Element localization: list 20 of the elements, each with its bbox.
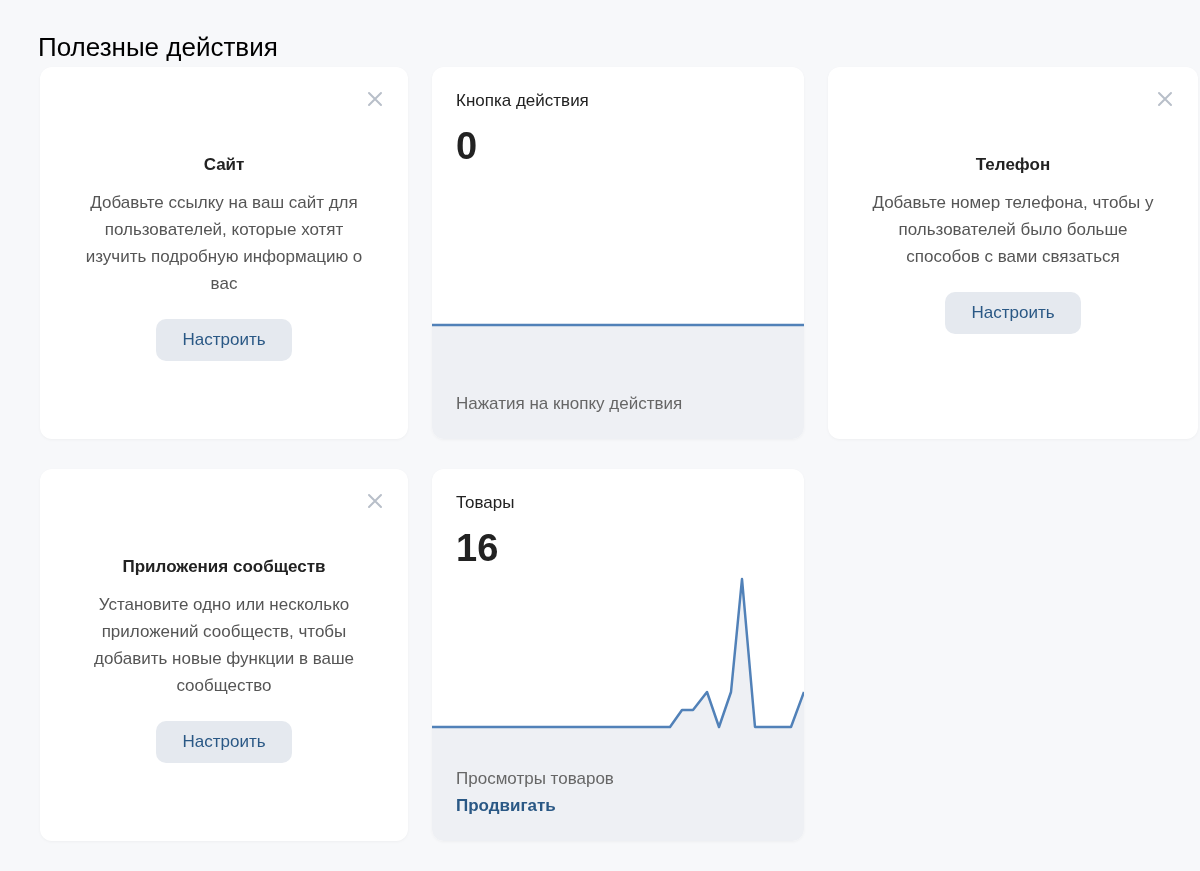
close-icon[interactable] — [1157, 91, 1173, 107]
setup-button[interactable]: Настроить — [156, 319, 292, 361]
card-title: Товары — [456, 493, 516, 513]
card-title: Приложения сообществ — [122, 557, 326, 577]
card-title: Сайт — [203, 155, 245, 175]
close-icon[interactable] — [367, 91, 383, 107]
card-description: Добавьте ссылку на ваш сайт для пользователей, которые хотят изучить подробную информацию о вас — [84, 192, 364, 295]
setup-button[interactable]: Настроить — [945, 292, 1081, 334]
promote-link[interactable]: Продвигать — [456, 792, 556, 819]
stat-caption: Нажатия на кнопку действия — [456, 393, 684, 415]
close-icon[interactable] — [367, 493, 383, 509]
card-description: Установите одно или несколько приложений сообществ, чтобы добавить новые функции в ваше сообщество — [92, 594, 356, 697]
card-description: Добавьте номер телефона, чтобы у пользователей было больше способов с вами связаться — [871, 192, 1155, 268]
section-title: Полезные действия — [38, 31, 279, 64]
setup-button[interactable]: Настроить — [156, 721, 292, 763]
stat-value: 0 — [456, 125, 479, 168]
stat-value: 16 — [456, 527, 500, 570]
stat-caption: Просмотры товаров — [456, 768, 615, 790]
card-title: Телефон — [975, 155, 1051, 175]
card-title: Кнопка действия — [456, 91, 590, 111]
